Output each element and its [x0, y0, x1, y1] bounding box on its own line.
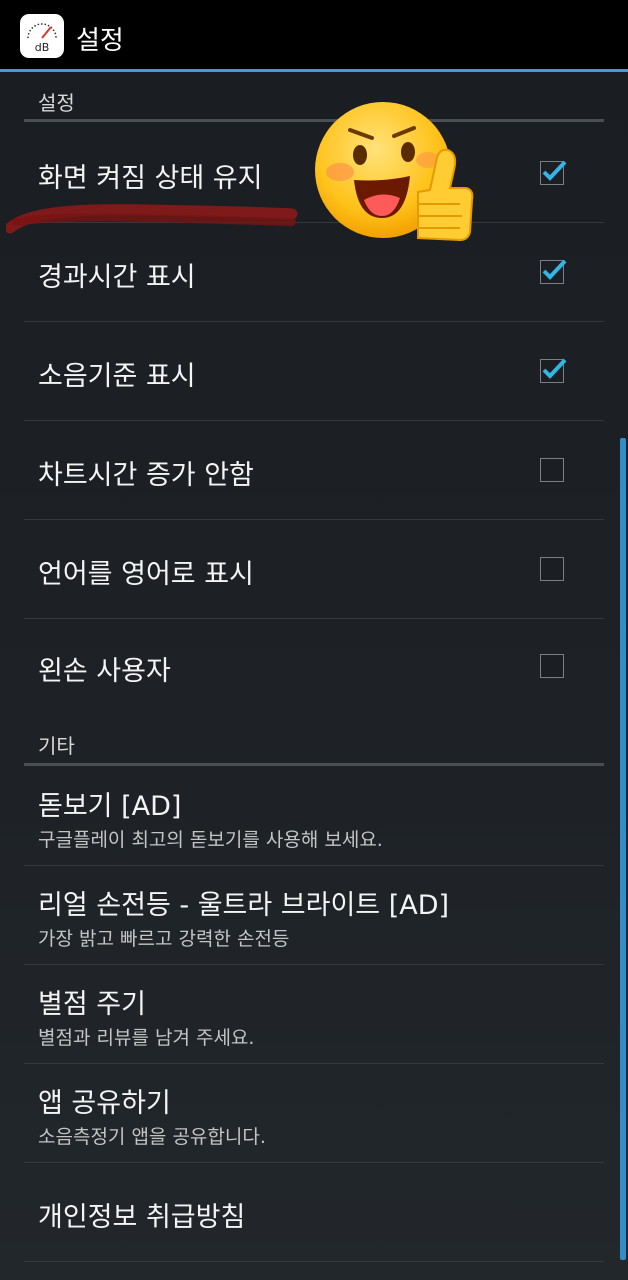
section-header-other: 기타 — [24, 715, 604, 766]
item-magnifier-ad[interactable]: 돋보기 [AD] 구글플레이 최고의 돋보기를 사용해 보세요. — [24, 767, 604, 866]
item-flashlight-ad[interactable]: 리얼 손전등 - 울트라 브라이트 [AD] 가장 밝고 빠르고 강력한 손전등 — [24, 866, 604, 965]
sound-meter-icon: dB — [27, 23, 57, 54]
setting-label: 언어를 영어로 표시 — [38, 559, 254, 590]
setting-left-handed[interactable]: 왼손 사용자 — [24, 619, 604, 715]
item-rate-app[interactable]: 별점 주기 별점과 리뷰를 남겨 주세요. — [24, 965, 604, 1064]
setting-label: 왼손 사용자 — [38, 656, 171, 687]
item-title: 돋보기 [AD] — [38, 791, 182, 822]
item-title: 앱 공유하기 — [38, 1088, 171, 1119]
item-summary: 별점과 리뷰를 남겨 주세요. — [38, 1027, 255, 1049]
setting-english-language[interactable]: 언어를 영어로 표시 — [24, 520, 604, 619]
item-title: 리얼 손전등 - 울트라 브라이트 [AD] — [38, 890, 450, 921]
setting-no-chart-time-increase[interactable]: 차트시간 증가 안함 — [24, 421, 604, 520]
checkmark-icon — [542, 358, 567, 379]
checkbox-english-language[interactable] — [540, 557, 564, 581]
checkbox-no-chart-time-increase[interactable] — [540, 458, 564, 482]
thumbs-up-emoji-icon — [315, 102, 474, 242]
checkbox-left-handed[interactable] — [540, 654, 564, 678]
section-header-settings-label: 설정 — [38, 91, 75, 115]
app-icon-label: dB — [35, 41, 50, 54]
checkbox-keep-screen-on[interactable] — [540, 160, 567, 185]
setting-show-noise-standard[interactable]: 소음기준 표시 — [24, 322, 604, 421]
setting-label: 화면 켜짐 상태 유지 — [38, 163, 263, 194]
item-share-app[interactable]: 앱 공유하기 소음측정기 앱을 공유합니다. — [24, 1064, 604, 1163]
setting-label: 차트시간 증가 안함 — [38, 460, 254, 491]
app-icon[interactable]: dB — [20, 14, 64, 58]
red-underline-annotation — [6, 204, 298, 234]
setting-label: 소음기준 표시 — [38, 361, 196, 392]
checkbox-show-elapsed-time[interactable] — [540, 259, 567, 284]
item-summary: 구글플레이 최고의 돋보기를 사용해 보세요. — [38, 829, 383, 851]
item-title: 별점 주기 — [38, 989, 146, 1020]
setting-label: 경과시간 표시 — [38, 262, 196, 293]
section-header-other-label: 기타 — [38, 734, 75, 758]
page-title: 설정 — [76, 26, 124, 56]
checkmark-icon — [542, 259, 567, 280]
item-privacy-policy[interactable]: 개인정보 취급방침 — [24, 1163, 604, 1262]
item-summary: 가장 밝고 빠르고 강력한 손전등 — [38, 928, 290, 950]
action-bar: dB 설정 — [0, 0, 628, 72]
checkbox-show-noise-standard[interactable] — [540, 358, 567, 383]
checkmark-icon — [542, 160, 567, 181]
item-title: 개인정보 취급방침 — [38, 1202, 246, 1233]
item-summary: 소음측정기 앱을 공유합니다. — [38, 1126, 266, 1148]
scrollbar[interactable] — [620, 438, 626, 1260]
